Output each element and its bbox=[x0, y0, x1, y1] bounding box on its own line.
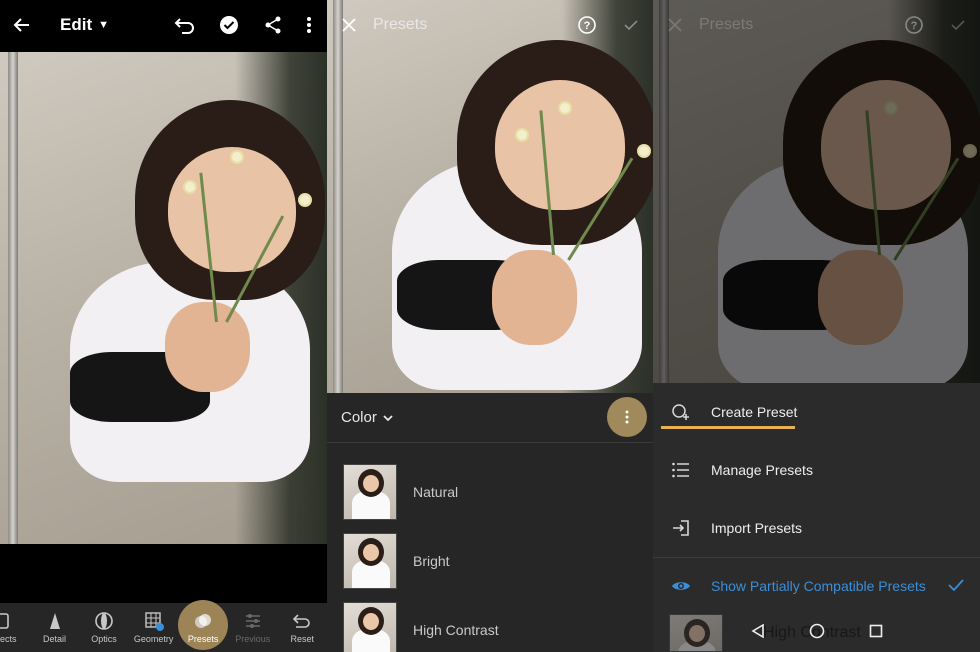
confirm-check-icon bbox=[942, 9, 974, 41]
geometry-icon bbox=[144, 612, 164, 631]
preset-name: High Contrast bbox=[413, 622, 499, 638]
menu-label: Import Presets bbox=[711, 520, 803, 536]
preset-thumbnail bbox=[343, 464, 397, 520]
checkmark-icon bbox=[948, 576, 964, 597]
create-preset-icon bbox=[653, 403, 709, 421]
preset-group-bar: Color bbox=[327, 393, 653, 443]
back-arrow-icon[interactable] bbox=[6, 9, 38, 41]
bottom-toolbar: ects Detail Optics Geometry Presets Prev… bbox=[0, 600, 327, 652]
overflow-menu-icon[interactable] bbox=[293, 9, 325, 41]
close-icon[interactable] bbox=[333, 9, 365, 41]
chevron-down-icon bbox=[383, 409, 393, 427]
detail-icon bbox=[49, 613, 60, 629]
vertical-dots-icon bbox=[625, 410, 629, 424]
import-icon bbox=[653, 519, 709, 537]
tool-geometry[interactable]: Geometry bbox=[129, 603, 179, 652]
photo-canvas[interactable] bbox=[327, 0, 653, 393]
menu-label: Manage Presets bbox=[711, 462, 813, 478]
svg-text:?: ? bbox=[911, 20, 918, 32]
reset-icon bbox=[293, 614, 311, 628]
chevron-down-icon: ▼ bbox=[98, 19, 109, 31]
svg-text:?: ? bbox=[584, 20, 591, 32]
share-icon[interactable] bbox=[257, 9, 289, 41]
preset-name: Bright bbox=[413, 553, 450, 569]
edit-topbar: Edit ▼ bbox=[0, 0, 327, 50]
more-options-button[interactable] bbox=[607, 397, 647, 437]
preset-thumbnail bbox=[343, 533, 397, 589]
photo-canvas[interactable] bbox=[0, 52, 327, 544]
tool-label: Geometry bbox=[133, 634, 174, 644]
nav-home-icon[interactable] bbox=[809, 623, 825, 644]
tool-label: Optics bbox=[91, 634, 117, 644]
tool-label: Presets bbox=[187, 634, 219, 644]
menu-item-create-preset[interactable]: Create Preset bbox=[653, 383, 980, 441]
menu-item-manage-presets[interactable]: Manage Presets bbox=[653, 441, 980, 499]
confirm-check-icon[interactable] bbox=[615, 9, 647, 41]
nav-recents-icon[interactable] bbox=[869, 624, 883, 643]
previous-icon bbox=[245, 614, 260, 628]
tool-label: Previous bbox=[235, 634, 271, 644]
edit-panel: Edit ▼ ects Detail Optics Geometry Prese… bbox=[0, 0, 327, 652]
menu-label: Show Partially Compatible Presets bbox=[711, 578, 926, 594]
preset-name: Natural bbox=[413, 484, 459, 500]
nav-back-icon[interactable] bbox=[750, 623, 765, 643]
preset-options-menu: Create Preset Manage Presets Import Pres… bbox=[653, 383, 980, 652]
tool-effects[interactable]: ects bbox=[0, 603, 30, 652]
presets-menu-panel: Presets ? Create Preset Manage Presets I… bbox=[653, 0, 980, 652]
help-icon: ? bbox=[898, 9, 930, 41]
help-icon[interactable]: ? bbox=[571, 9, 603, 41]
presets-icon bbox=[195, 614, 212, 628]
tool-reset[interactable]: Reset bbox=[277, 603, 327, 652]
undo-icon[interactable] bbox=[169, 9, 201, 41]
selection-underline bbox=[661, 426, 795, 429]
menu-label: Create Preset bbox=[711, 404, 798, 420]
tool-optics[interactable]: Optics bbox=[79, 603, 129, 652]
tool-label: Reset bbox=[290, 634, 314, 644]
preset-item[interactable]: Bright bbox=[343, 532, 653, 590]
menu-item-import-presets[interactable]: Import Presets bbox=[653, 499, 980, 557]
menu-item-show-partial[interactable]: Show Partially Compatible Presets bbox=[653, 557, 980, 615]
edit-title: Edit bbox=[60, 15, 93, 34]
optics-icon bbox=[95, 612, 113, 630]
preset-item[interactable]: High Contrast bbox=[343, 601, 653, 652]
effects-icon bbox=[0, 613, 9, 629]
presets-title: Presets bbox=[699, 16, 754, 33]
photo-canvas bbox=[653, 0, 980, 383]
list-icon bbox=[653, 462, 709, 478]
checkmark-circle-icon[interactable] bbox=[213, 9, 245, 41]
tool-detail[interactable]: Detail bbox=[30, 603, 80, 652]
tool-label: Detail bbox=[43, 634, 67, 644]
presets-topbar: Presets ? bbox=[327, 0, 653, 50]
edit-mode-dropdown[interactable]: Edit ▼ bbox=[60, 15, 109, 35]
group-dropdown[interactable]: Color bbox=[327, 409, 393, 427]
presets-title: Presets bbox=[373, 16, 428, 33]
preset-item[interactable]: Natural bbox=[343, 463, 653, 521]
preset-thumbnail bbox=[343, 602, 397, 652]
android-nav-bar bbox=[653, 614, 980, 652]
presets-topbar-dimmed: Presets ? bbox=[653, 0, 980, 50]
eye-icon bbox=[653, 579, 709, 593]
tool-previous[interactable]: Previous bbox=[228, 603, 278, 652]
tool-label: ects bbox=[0, 634, 17, 644]
close-icon bbox=[659, 9, 691, 41]
group-label: Color bbox=[341, 409, 377, 426]
presets-panel: Presets ? Color Natural Bright High Cont… bbox=[327, 0, 653, 652]
tool-presets[interactable]: Presets bbox=[178, 600, 229, 652]
